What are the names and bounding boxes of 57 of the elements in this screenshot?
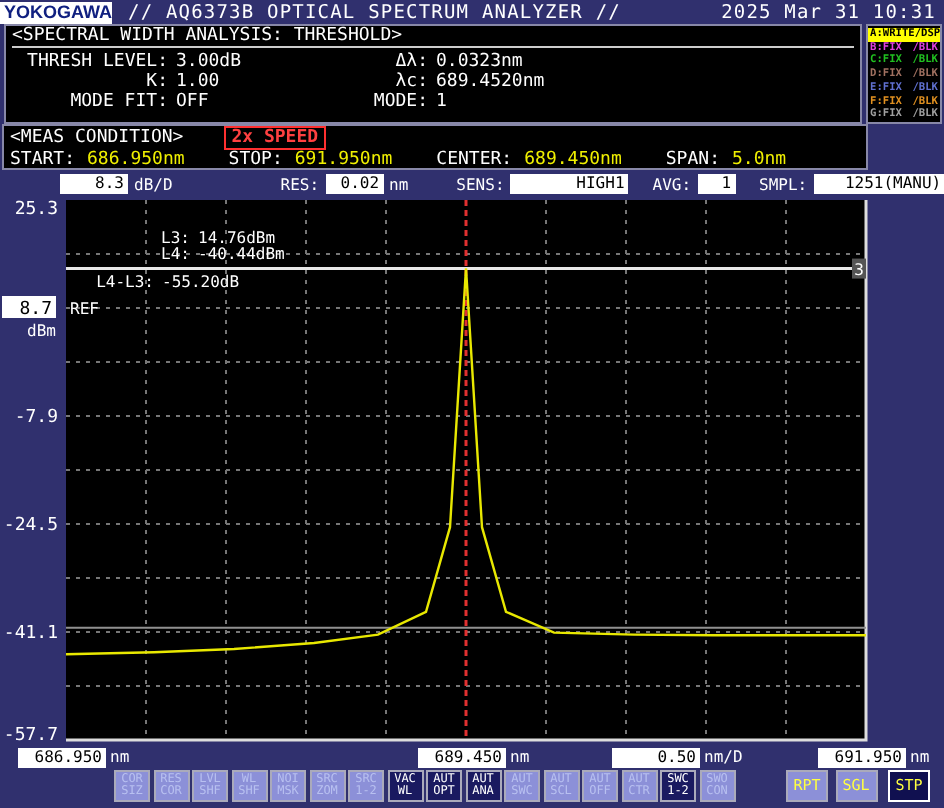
parameter-label: THRESH LEVEL:: [25, 52, 168, 72]
condition-value: 5.0nm: [731, 150, 787, 170]
result-label: Δλ:: [393, 52, 428, 72]
condition-label: CENTER:: [436, 150, 513, 170]
axis-label: -41.1: [3, 624, 58, 644]
unit-label: nm/D: [704, 748, 743, 766]
condition-value: 689.450nm: [524, 150, 622, 170]
axis-label: -57.7: [3, 726, 58, 746]
setting-field[interactable]: 8.3: [60, 174, 128, 194]
unit-label: dB/D: [134, 175, 173, 193]
setting-label: RES:: [280, 175, 320, 193]
scale-field[interactable]: 0.50: [612, 747, 700, 767]
axis-label: 25.3: [14, 200, 58, 220]
date-time: 2025 Mar 31 10:31: [721, 1, 936, 23]
marker-readout: L4: -40.44dBm: [161, 244, 285, 263]
marker-readout: L4-L3: -55.20dB: [96, 272, 240, 291]
speed-badge: 2x SPEED: [223, 126, 327, 150]
setting-label: AVG:: [652, 175, 692, 193]
setting-field[interactable]: 0.02: [325, 174, 384, 194]
ref-label: REF: [70, 300, 99, 318]
wavelength-field[interactable]: 686.950: [18, 747, 106, 767]
condition-label: STOP:: [228, 150, 283, 170]
ref-level-field[interactable]: 8.7: [2, 296, 56, 320]
parameter-label: K:: [144, 72, 168, 92]
unit-label: nm: [389, 175, 409, 193]
axis-label: -7.9: [14, 408, 58, 428]
parameter-value: 1.00: [176, 72, 222, 92]
setting-label: SMPL:: [759, 175, 808, 193]
section-title: <MEAS CONDITION>: [10, 128, 184, 148]
instrument-title: // AQ6373B OPTICAL SPECTRUM ANALYZER //: [128, 1, 623, 23]
axis-label: -24.5: [3, 516, 58, 536]
condition-label: START:: [10, 150, 76, 170]
result-value: 0.0323nm: [436, 52, 525, 72]
parameter-label: MODE FIT:: [68, 92, 168, 112]
parameter-value: 3.00dB: [176, 52, 244, 72]
result-label: λc:: [393, 72, 428, 92]
result-value: 689.4520nm: [436, 72, 547, 92]
unit-label: nm: [110, 748, 130, 766]
unit-label: nm: [910, 748, 930, 766]
marker-tag: 3: [852, 258, 866, 279]
setting-field[interactable]: HIGH1: [510, 174, 629, 194]
setting-field[interactable]: 1: [697, 174, 736, 194]
setting-label: SENS:: [456, 175, 505, 193]
setting-field[interactable]: 1251(MANU): [813, 174, 944, 194]
result-value: 1: [436, 92, 449, 112]
brand-logo: YOKOGAWA: [0, 1, 112, 23]
marker-readout: L3: 14.76dBm: [161, 228, 276, 247]
parameter-value: OFF: [176, 92, 211, 112]
wavelength-field[interactable]: 691.950: [818, 747, 906, 767]
condition-value: 691.950nm: [294, 150, 393, 170]
unit-label: nm: [510, 748, 530, 766]
condition-value: 686.950nm: [87, 150, 185, 170]
unit-label: dBm: [27, 322, 56, 340]
analysis-title: <SPECTRAL WIDTH ANALYSIS: THRESHOLD>: [12, 26, 854, 48]
condition-label: SPAN:: [665, 150, 720, 170]
result-label: MODE:: [371, 92, 428, 112]
wavelength-field[interactable]: 689.450: [418, 747, 506, 767]
